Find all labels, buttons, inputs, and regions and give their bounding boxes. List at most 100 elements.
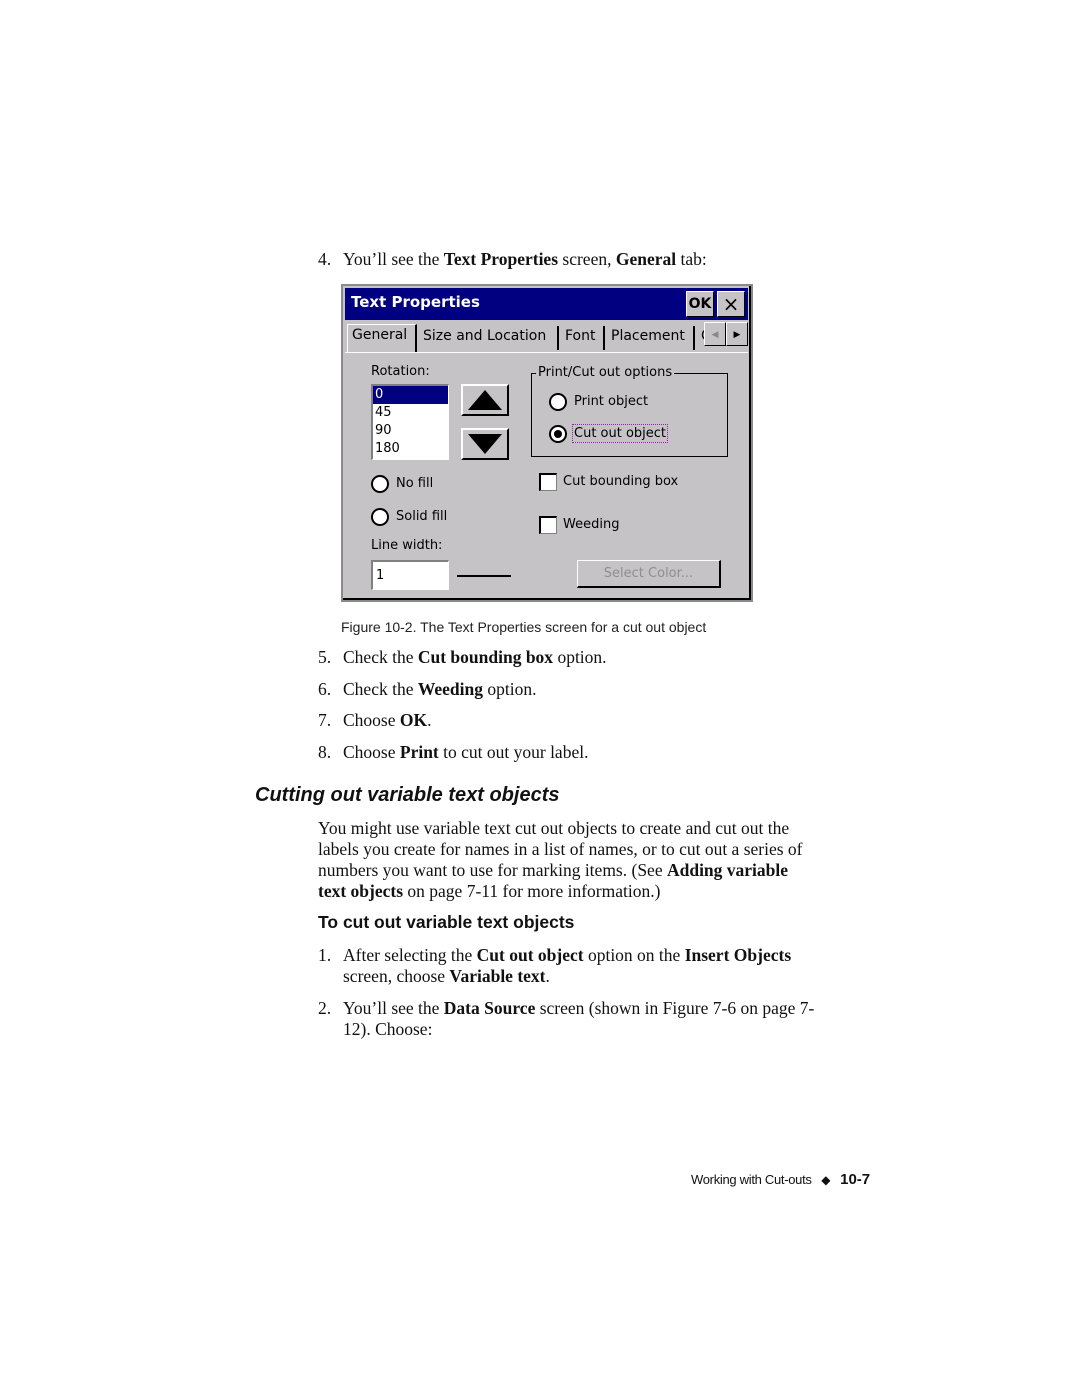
step-text: You’ll see the Text Properties screen, G…	[343, 249, 707, 270]
no-fill-label[interactable]: No fill	[396, 476, 433, 491]
text-run: option.	[483, 679, 537, 699]
text-run: screen,	[558, 249, 616, 269]
paragraph-line: labels you create for names in a list of…	[318, 839, 803, 860]
text-properties-dialog: Text Properties OK × General Size and Lo…	[341, 284, 753, 602]
bold-term: Print	[399, 742, 439, 762]
tab-font[interactable]: Font	[561, 326, 605, 350]
chevron-left-icon: ◀	[711, 328, 719, 339]
rotation-option-90[interactable]: 90	[373, 422, 448, 440]
step-line: After selecting the Cut out object optio…	[343, 945, 791, 966]
text-run: to cut out your label.	[438, 742, 589, 762]
text-run: 12). Choose:	[343, 1019, 433, 1039]
text-run: Choose	[343, 742, 400, 762]
tab-scroll-left-button[interactable]: ◀	[704, 322, 726, 346]
tab-placement[interactable]: Placement	[607, 326, 695, 350]
weeding-checkbox[interactable]	[539, 516, 557, 534]
step-text: Check the Weeding option.	[343, 679, 536, 700]
bold-term: Insert Objects	[684, 945, 792, 965]
rotation-listbox[interactable]: 0 45 90 180	[371, 384, 449, 460]
print-cut-options-group: Print/Cut out options Print object Cut o…	[531, 365, 728, 457]
tab-scroll-right-button[interactable]: ▶	[726, 322, 748, 346]
rotation-down-button[interactable]	[461, 428, 509, 460]
text-run: You’ll see the	[343, 998, 444, 1018]
close-icon: ×	[722, 292, 740, 316]
print-object-radio[interactable]	[549, 393, 567, 411]
text-run: Check the	[343, 679, 418, 699]
diamond-icon: ◆	[821, 1173, 831, 1187]
bold-term: Cut bounding box	[417, 647, 554, 667]
print-cut-options-label: Print/Cut out options	[536, 365, 675, 380]
text-run: tab:	[676, 249, 707, 269]
tab-strip: General Size and Location Font Placement…	[347, 324, 749, 352]
step-number: 8.	[318, 742, 332, 762]
cut-bounding-box-checkbox[interactable]	[539, 473, 557, 491]
bold-term: Text Properties	[443, 249, 559, 269]
bold-term: Adding variable	[666, 860, 789, 880]
text-run: on page 7-11 for more information.)	[403, 881, 661, 901]
cut-bounding-box-label[interactable]: Cut bounding box	[563, 474, 678, 489]
text-run: After selecting the	[343, 945, 477, 965]
up-arrow-icon	[468, 390, 502, 410]
page-number: 10-7	[840, 1171, 871, 1188]
select-color-button[interactable]: Select Color...	[577, 560, 721, 588]
chevron-right-icon: ▶	[733, 328, 741, 339]
bold-term: OK	[399, 710, 428, 730]
dialog-titlebar: Text Properties OK ×	[345, 288, 748, 320]
paragraph-line: text objects on page 7-11 for more infor…	[318, 881, 803, 902]
paragraph-line: You might use variable text cut out obje…	[318, 818, 803, 839]
text-run: Check the	[343, 647, 418, 667]
close-button[interactable]: ×	[717, 291, 745, 317]
text-run: .	[427, 710, 432, 730]
no-fill-radio[interactable]	[371, 475, 389, 493]
solid-fill-label[interactable]: Solid fill	[396, 509, 447, 524]
bold-term: Cut out object	[476, 945, 584, 965]
step-text: You’ll see the Data Source screen (shown…	[343, 998, 814, 1040]
rotation-up-button[interactable]	[461, 384, 509, 416]
bold-term: Data Source	[443, 998, 536, 1018]
text-run: You might use variable text cut out obje…	[318, 818, 790, 838]
dialog-title: Text Properties	[351, 293, 480, 311]
step-number: 5.	[318, 647, 332, 667]
tab-general[interactable]: General	[347, 324, 417, 352]
text-run: option on the	[583, 945, 685, 965]
line-width-input[interactable]: 1	[371, 560, 449, 590]
step-number: 4.	[318, 249, 332, 269]
step-number: 7.	[318, 710, 332, 730]
section-paragraph: You might use variable text cut out obje…	[318, 818, 803, 902]
step-line: 12). Choose:	[343, 1019, 814, 1040]
cut-out-object-radio[interactable]	[549, 425, 567, 443]
step-number: 2.	[318, 998, 332, 1018]
step-number: 1.	[318, 945, 332, 965]
weeding-label[interactable]: Weeding	[563, 517, 619, 532]
step-text: Choose OK.	[343, 710, 431, 731]
rotation-option-180[interactable]: 180	[373, 440, 448, 458]
text-run: screen (shown in Figure 7-6 on page 7-	[535, 998, 815, 1018]
bold-term: Variable text	[449, 966, 546, 986]
rotation-option-45[interactable]: 45	[373, 404, 448, 422]
bold-term: Weeding	[417, 679, 483, 699]
text-run: option.	[553, 647, 607, 667]
step-text: After selecting the Cut out object optio…	[343, 945, 791, 987]
text-run: .	[545, 966, 550, 986]
step-line: You’ll see the Data Source screen (shown…	[343, 998, 814, 1019]
text-run: labels you create for names in a list of…	[318, 839, 803, 859]
rotation-option-0[interactable]: 0	[373, 386, 448, 404]
step-text: Choose Print to cut out your label.	[343, 742, 588, 763]
section-heading: Cutting out variable text objects	[255, 784, 560, 806]
step-text: Check the Cut bounding box option.	[343, 647, 607, 668]
solid-fill-radio[interactable]	[371, 508, 389, 526]
down-arrow-icon	[468, 434, 502, 454]
ok-button[interactable]: OK	[686, 291, 714, 317]
text-run: You’ll see the	[343, 249, 444, 269]
rotation-label: Rotation:	[371, 364, 430, 379]
step-line: screen, choose Variable text.	[343, 966, 791, 987]
step-number: 6.	[318, 679, 332, 699]
cut-out-object-label[interactable]: Cut out object	[571, 424, 669, 443]
tab-size-and-location[interactable]: Size and Location	[419, 326, 559, 350]
print-object-label[interactable]: Print object	[574, 394, 648, 409]
text-run: numbers you want to use for marking item…	[318, 860, 667, 880]
text-run: screen, choose	[343, 966, 450, 986]
page-footer: Working with Cut-outs ◆ 10-7	[691, 1171, 870, 1188]
text-run: Choose	[343, 710, 400, 730]
figure-caption: Figure 10-2. The Text Properties screen …	[341, 619, 707, 635]
